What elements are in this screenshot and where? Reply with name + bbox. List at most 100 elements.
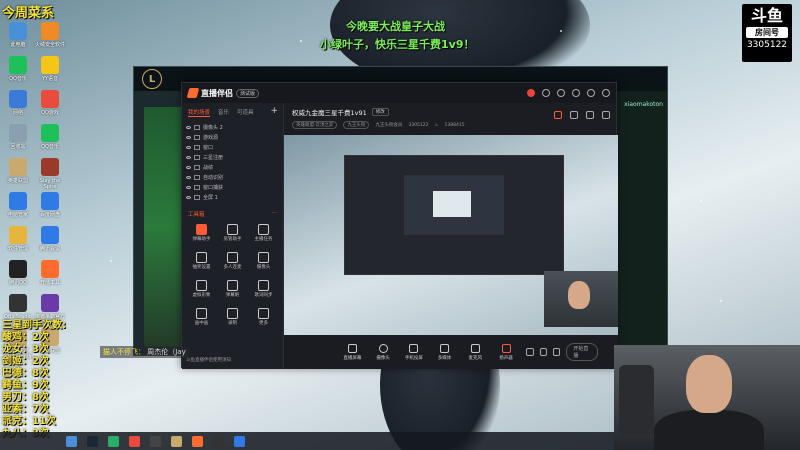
category-chip[interactable]: 英雄联盟·云顶之弈 bbox=[292, 121, 338, 129]
eye-icon[interactable] bbox=[539, 348, 548, 356]
microphone-arm bbox=[619, 365, 654, 435]
control-button[interactable]: 多媒体 bbox=[434, 343, 455, 361]
tool-item[interactable]: 虚拟形象 bbox=[186, 280, 217, 298]
settings-icon[interactable] bbox=[557, 89, 565, 97]
scene-item[interactable]: 全屏 1 bbox=[186, 192, 279, 202]
eye-icon[interactable] bbox=[186, 175, 191, 179]
taskbar-chat-icon[interactable] bbox=[213, 435, 224, 447]
desktop-icon[interactable]: 百度网盘 bbox=[34, 192, 66, 218]
sidebar-tab[interactable]: 可道具 bbox=[237, 108, 254, 117]
tool-item[interactable]: 歌词同步 bbox=[248, 280, 279, 298]
desktop-icon-label: 开播工具 bbox=[39, 280, 60, 286]
sidebar-tab[interactable]: 我的场景 bbox=[188, 108, 211, 117]
taskbar-streamer-icon[interactable] bbox=[129, 435, 140, 447]
tool-item[interactable]: 画中画 bbox=[186, 308, 217, 326]
taskbar-wechat-icon[interactable] bbox=[108, 435, 119, 447]
toolbox-more-icon[interactable]: ⋯ bbox=[272, 210, 278, 218]
taskbar-lol-icon[interactable] bbox=[171, 435, 182, 447]
close-icon[interactable] bbox=[602, 89, 610, 97]
tool-item[interactable]: 弹幕姬 bbox=[217, 280, 248, 298]
desktop-icon[interactable]: 开播工具 bbox=[34, 260, 66, 286]
sidebar-tab[interactable]: 音乐 bbox=[218, 108, 229, 117]
scene-item[interactable]: 战绩 bbox=[186, 162, 279, 172]
eye-icon[interactable] bbox=[186, 145, 191, 149]
desktop-icon[interactable]: 软件管理 bbox=[2, 226, 34, 252]
usage-notice-link[interactable]: 斗鱼直播伴侣使用须知 bbox=[186, 357, 231, 363]
tool-icon bbox=[258, 224, 269, 235]
desktop-icon[interactable]: QQ游戏 bbox=[34, 90, 66, 116]
gear-icon[interactable] bbox=[553, 348, 561, 356]
desktop-icon[interactable]: 腾讯QQ bbox=[2, 260, 34, 286]
desktop-icon-label: 百度网盘 bbox=[39, 212, 60, 218]
tool-label: 更多 bbox=[259, 321, 268, 326]
gift-icon[interactable] bbox=[554, 111, 562, 119]
tool-item[interactable]: 抽奖设置 bbox=[186, 252, 217, 270]
tool-item[interactable]: 主播任务 bbox=[248, 224, 279, 242]
desktop-icon[interactable]: 火绒安全软件 bbox=[34, 22, 66, 48]
control-button[interactable]: 摄像头 bbox=[373, 343, 394, 361]
tool-item[interactable]: 更多 bbox=[248, 308, 279, 326]
notification-icon[interactable] bbox=[527, 89, 535, 97]
taskbar-steam-icon[interactable] bbox=[87, 435, 98, 447]
desktop-icon[interactable]: 电脑管家 bbox=[2, 192, 34, 218]
camera-toggle-icon[interactable] bbox=[526, 348, 534, 356]
stream-preview[interactable] bbox=[284, 135, 618, 335]
eye-icon[interactable] bbox=[186, 165, 191, 169]
taskbar-browser-icon[interactable] bbox=[234, 435, 245, 447]
eye-icon[interactable] bbox=[186, 135, 191, 139]
tool-item[interactable]: 录制 bbox=[217, 308, 248, 326]
desktop-icon-label: 火绒安全软件 bbox=[34, 42, 65, 48]
desktop-icon[interactable]: QQ音乐 bbox=[2, 56, 34, 82]
eye-icon[interactable] bbox=[186, 185, 191, 189]
share-icon[interactable] bbox=[586, 111, 594, 119]
counter-row: 酸鸡：2次 bbox=[2, 332, 49, 343]
taskbar-start-icon[interactable] bbox=[66, 435, 77, 447]
add-scene-icon[interactable]: + bbox=[270, 106, 278, 116]
bookmark-icon[interactable] bbox=[570, 111, 578, 119]
desktop-icon[interactable]: YY语音 bbox=[34, 56, 66, 82]
desktop-icon[interactable]: Slay the Spire bbox=[34, 158, 66, 190]
desktop-icon[interactable]: 网络 bbox=[2, 90, 34, 116]
scene-item[interactable]: 摄像头 2 bbox=[186, 122, 279, 132]
desktop-icon[interactable]: 英雄联盟 bbox=[2, 158, 34, 184]
control-button[interactable]: 麦克风 bbox=[465, 343, 486, 361]
taskbar-app-icon[interactable] bbox=[150, 435, 161, 447]
scene-item[interactable]: 窗口 bbox=[186, 142, 279, 152]
desktop-icon[interactable]: OBS Studio bbox=[2, 294, 34, 320]
taskbar-live-icon[interactable] bbox=[192, 435, 203, 447]
control-button[interactable]: 扬声器 bbox=[496, 343, 517, 361]
start-live-button[interactable]: 开始直播 bbox=[566, 343, 599, 361]
eye-icon[interactable] bbox=[186, 125, 191, 129]
scene-item[interactable]: 窗口捕获 bbox=[186, 182, 279, 192]
desktop-icon[interactable]: 回收站 bbox=[2, 124, 34, 150]
counter-row: 巴德：8次 bbox=[2, 368, 49, 379]
eye-icon[interactable] bbox=[186, 155, 191, 159]
room-header-actions bbox=[554, 111, 610, 119]
tool-label: 画中画 bbox=[194, 321, 209, 326]
tool-item[interactable]: 房管助手 bbox=[217, 224, 248, 242]
desktop-icon[interactable]: QQ音乐 bbox=[34, 124, 66, 150]
streamer-app-window[interactable]: 直播伴侣 测试版 我的场景 音乐 可道具 + 摄像头 2 游戏源 窗口 三星注册 战绩 自动识… bbox=[181, 82, 618, 369]
control-button[interactable]: 手机投屏 bbox=[403, 343, 424, 361]
version-pill[interactable]: 测试版 bbox=[236, 88, 260, 98]
level-chip[interactable]: 九王头衔 bbox=[343, 121, 370, 129]
desktop-icon[interactable]: 腾讯会议 bbox=[34, 226, 66, 252]
tool-item[interactable]: 摄像头 bbox=[248, 252, 279, 270]
minimize-icon[interactable] bbox=[587, 89, 595, 97]
counter-row: 三星到手次数: bbox=[2, 320, 66, 331]
scene-item[interactable]: 游戏源 bbox=[186, 132, 279, 142]
settings-icon[interactable] bbox=[602, 111, 610, 119]
scene-item[interactable]: 三星注册 bbox=[186, 152, 279, 162]
tool-item[interactable]: 弹幕助手 bbox=[186, 224, 217, 242]
eye-icon[interactable] bbox=[186, 195, 191, 199]
app-logo-icon bbox=[186, 88, 200, 98]
control-button[interactable]: 直播屏幕 bbox=[342, 343, 363, 361]
desktop-icon-glyph bbox=[41, 226, 59, 244]
center-overlay-line2: 小绿叶子，快乐三星千费1v9！ bbox=[320, 38, 475, 51]
tool-item[interactable]: 多人连麦 bbox=[217, 252, 248, 270]
scene-item[interactable]: 自动识别 bbox=[186, 172, 279, 182]
desktop-icon[interactable]: 此电脑 bbox=[2, 22, 34, 48]
avatar[interactable] bbox=[542, 89, 550, 97]
menu-icon[interactable] bbox=[572, 89, 580, 97]
edit-title-button[interactable]: 修改 bbox=[371, 108, 389, 116]
